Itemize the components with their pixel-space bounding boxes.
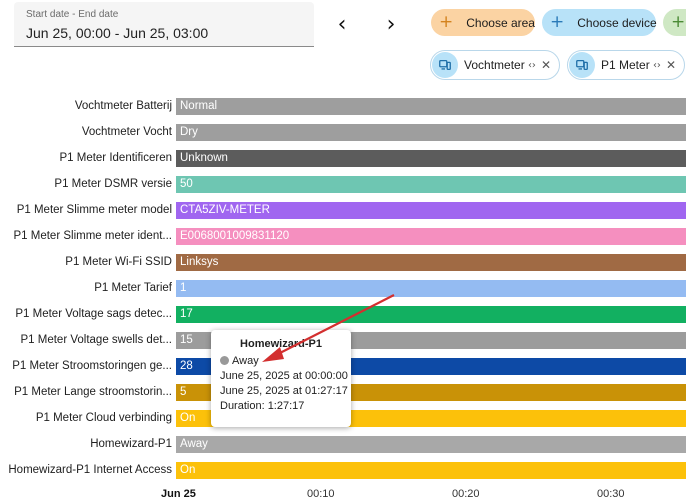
choose-device-button[interactable]: + Choose device [542,9,657,36]
row-label: P1 Meter Stroomstoringen ge... [12,360,172,372]
time-axis: Jun 25 00:10 00:20 00:30 [0,486,686,500]
expand-icon[interactable]: ‹› [528,60,536,71]
row-label: P1 Meter Slimme meter ident... [13,230,173,242]
row-label: Vochtmeter Batterij [74,100,172,112]
state-bar[interactable]: Dry [176,124,686,141]
date-range-picker[interactable]: Start date - End date Jun 25, 00:00 - Ju… [14,2,314,47]
row-label: P1 Meter Voltage swells det... [20,334,173,346]
timeline-row: P1 Meter Voltage sags detec... 17 [0,301,686,327]
previous-period-button[interactable]: ‹ [328,10,356,38]
row-label: Homewizard-P1 [90,438,172,450]
close-icon[interactable]: ✕ [541,58,551,72]
choose-entity-button[interactable]: + [663,9,686,36]
state-tooltip: Homewizard-P1 Away June 25, 2025 at 00:0… [211,330,351,427]
timeline-row: Homewizard-P1 Away [0,431,686,457]
row-label: P1 Meter Identificeren [59,152,172,164]
row-label: P1 Meter Lange stroomstorin... [14,386,172,398]
state-dot-icon [220,356,229,365]
tooltip-state: Away [232,355,259,367]
close-icon[interactable]: ✕ [666,58,676,72]
state-bar[interactable]: 17 [176,306,686,323]
state-bar[interactable]: Unknown [176,150,686,167]
tooltip-start: June 25, 2025 at 00:00:00 [220,370,348,382]
row-label: Vochtmeter Vocht [81,126,172,138]
chip-name: P1 Meter [601,58,650,72]
target-chip-vochtmeter[interactable]: Vochtmeter ‹› ✕ [430,50,560,80]
chevron-right-icon: › [386,11,396,37]
row-label: P1 Meter DSMR versie [54,178,172,190]
state-bar[interactable]: E0068001009831120 [176,228,686,245]
row-label: P1 Meter Wi-Fi SSID [65,256,172,268]
expand-icon[interactable]: ‹› [653,60,661,71]
timeline-row: P1 Meter Identificeren Unknown [0,145,686,171]
row-label: P1 Meter Slimme meter model [16,204,172,216]
device-icon [569,52,595,78]
state-bar[interactable]: Linksys [176,254,686,271]
tooltip-state-line: Away [220,354,342,369]
state-bar[interactable]: 50 [176,176,686,193]
timeline-row: P1 Meter Slimme meter ident... E00680010… [0,223,686,249]
device-icon [432,52,458,78]
row-label: P1 Meter Voltage sags detec... [15,308,172,320]
axis-tick: 00:30 [597,488,625,500]
tooltip-end: June 25, 2025 at 01:27:17 [220,385,348,397]
plus-icon: + [550,12,565,32]
tooltip-duration: Duration: 1:27:17 [220,400,305,412]
state-bar[interactable]: 1 [176,280,686,297]
state-bar[interactable]: On [176,462,686,479]
timeline-row: P1 Meter Wi-Fi SSID Linksys [0,249,686,275]
choose-area-button[interactable]: + Choose area [431,9,535,36]
choose-area-label: Choose area [466,15,535,30]
timeline-row: Homewizard-P1 Internet Access On [0,457,686,483]
row-label: P1 Meter Tarief [94,282,172,294]
plus-icon: + [671,12,686,32]
timeline-row: Vochtmeter Vocht Dry [0,119,686,145]
state-bar[interactable]: Away [176,436,686,453]
timeline-row: P1 Meter Slimme meter model CTA5ZIV-METE… [0,197,686,223]
target-chip-p1-meter[interactable]: P1 Meter ‹› ✕ [567,50,685,80]
state-bar[interactable]: Normal [176,98,686,115]
axis-tick: 00:20 [452,488,480,500]
axis-tick: 00:10 [307,488,335,500]
tooltip-title: Homewizard-P1 [240,338,322,350]
next-period-button[interactable]: › [377,10,405,38]
chip-name: Vochtmeter [464,58,525,72]
timeline-row: P1 Meter Tarief 1 [0,275,686,301]
row-label: P1 Meter Cloud verbinding [35,412,172,424]
plus-icon: + [439,12,454,32]
state-bar[interactable]: CTA5ZIV-METER [176,202,686,219]
chevron-left-icon: ‹ [337,11,347,37]
timeline-row: P1 Meter DSMR versie 50 [0,171,686,197]
timeline-row: Vochtmeter Batterij Normal [0,93,686,119]
row-label: Homewizard-P1 Internet Access [8,464,172,476]
date-range-value: Jun 25, 00:00 - Jun 25, 03:00 [26,25,209,41]
axis-tick: Jun 25 [161,488,196,500]
choose-device-label: Choose device [577,15,657,30]
date-range-label: Start date - End date [26,9,119,20]
